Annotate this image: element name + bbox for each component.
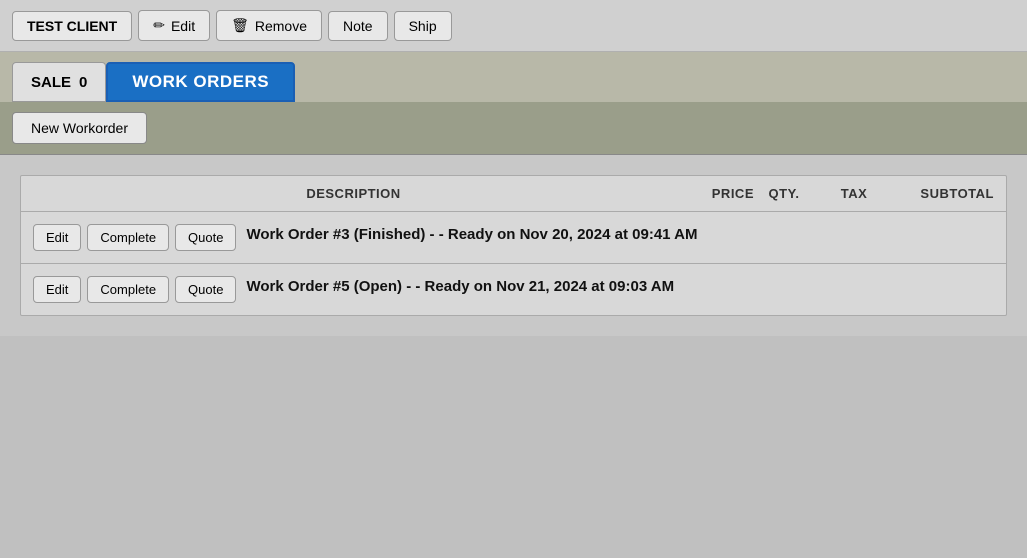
- remove-button[interactable]: 🗑 Remove: [216, 10, 322, 41]
- row-2-edit-button[interactable]: Edit: [33, 276, 81, 303]
- tab-workorders[interactable]: WORK ORDERS: [106, 62, 295, 102]
- tab-sale-count: 0: [79, 74, 87, 91]
- tabs-area: SALE 0 WORK ORDERS: [0, 52, 1027, 102]
- row-1-edit-button[interactable]: Edit: [33, 224, 81, 251]
- row-1-quote-button[interactable]: Quote: [175, 224, 236, 251]
- col-header-description: DESCRIPTION: [33, 186, 674, 201]
- col-header-price: PRICE: [674, 186, 754, 201]
- tab-sale[interactable]: SALE 0: [12, 62, 106, 102]
- col-header-qty: QTY.: [754, 186, 814, 201]
- tab-workorders-label: WORK ORDERS: [132, 72, 269, 92]
- row-1-complete-button[interactable]: Complete: [87, 224, 169, 251]
- new-workorder-button[interactable]: New Workorder: [12, 112, 147, 144]
- row-2-actions: Edit Complete Quote: [33, 276, 236, 303]
- row-2-complete-button[interactable]: Complete: [87, 276, 169, 303]
- col-header-subtotal: SUBTOTAL: [894, 186, 994, 201]
- note-button[interactable]: Note: [328, 11, 388, 41]
- col-header-tax: TAX: [814, 186, 894, 201]
- table-row: Edit Complete Quote Work Order #3 (Finis…: [21, 212, 1006, 264]
- work-orders-table: DESCRIPTION PRICE QTY. TAX SUBTOTAL Edit…: [20, 175, 1007, 316]
- tab-sale-label: SALE: [31, 74, 71, 91]
- row-1-description: Work Order #3 (Finished) - - Ready on No…: [246, 224, 697, 245]
- pencil-icon: ✏: [153, 17, 165, 34]
- toolbar: TEST CLIENT ✏ Edit 🗑 Remove Note Ship: [0, 0, 1027, 52]
- main-content: DESCRIPTION PRICE QTY. TAX SUBTOTAL Edit…: [0, 155, 1027, 336]
- sub-action-bar: New Workorder: [0, 102, 1027, 155]
- ship-button[interactable]: Ship: [394, 11, 452, 41]
- client-button[interactable]: TEST CLIENT: [12, 11, 132, 41]
- remove-label: Remove: [255, 18, 307, 34]
- row-2-description: Work Order #5 (Open) - - Ready on Nov 21…: [246, 276, 674, 297]
- trash-icon: 🗑: [231, 17, 249, 34]
- row-2-quote-button[interactable]: Quote: [175, 276, 236, 303]
- edit-label: Edit: [171, 18, 195, 34]
- edit-button[interactable]: ✏ Edit: [138, 10, 210, 41]
- table-row: Edit Complete Quote Work Order #5 (Open)…: [21, 264, 1006, 315]
- row-1-actions: Edit Complete Quote: [33, 224, 236, 251]
- table-header: DESCRIPTION PRICE QTY. TAX SUBTOTAL: [21, 176, 1006, 212]
